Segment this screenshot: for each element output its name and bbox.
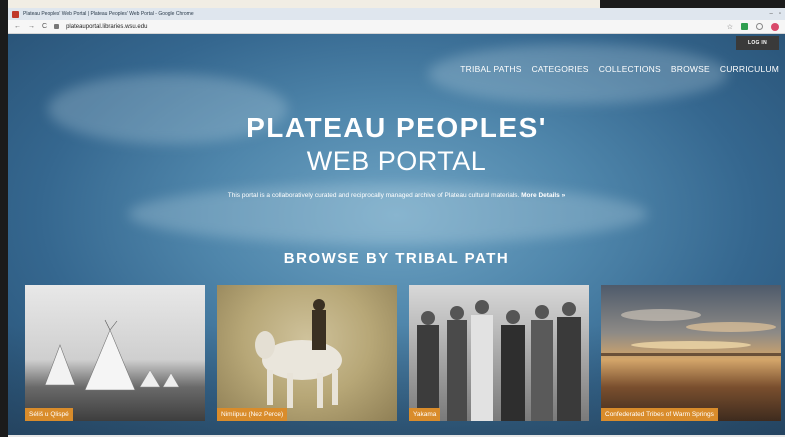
address-bar: ← → C plateauportal.libraries.wsu.edu ☆ <box>8 20 785 34</box>
extension-icon[interactable] <box>741 23 748 30</box>
nav-browse[interactable]: BROWSE <box>671 64 710 74</box>
minimize-icon[interactable]: – <box>770 11 773 17</box>
tile-label: Séliš u Qlispé <box>25 408 73 421</box>
tile-photo-group <box>417 300 581 421</box>
tile-photo-tipis <box>44 319 180 391</box>
nav-curriculum[interactable]: CURRICULUM <box>720 64 779 74</box>
restore-icon[interactable]: ▫ <box>779 11 781 17</box>
frame-dark-bar <box>600 0 785 8</box>
sky-cloud <box>428 44 728 104</box>
tile-photo-rider <box>255 299 342 408</box>
tile-photo-sunset <box>601 309 781 356</box>
window-controls: – ▫ <box>770 11 781 17</box>
lock-icon <box>54 24 60 29</box>
main-nav: TRIBAL PATHS CATEGORIES COLLECTIONS BROW… <box>460 64 779 74</box>
tribal-path-tile-warm-springs[interactable]: Confederated Tribes of Warm Springs <box>601 285 781 421</box>
hero-description: This portal is a collaboratively curated… <box>208 191 585 201</box>
window-title: Plateau Peoples' Web Portal | Plateau Pe… <box>23 11 194 17</box>
bookmark-star-icon[interactable]: ☆ <box>727 23 733 31</box>
tribal-path-tile-yakama[interactable]: Yakama <box>409 285 589 421</box>
tile-label: Nimíipuu (Nez Perce) <box>217 408 288 421</box>
extension-circle-icon[interactable] <box>756 23 763 30</box>
profile-avatar[interactable] <box>771 22 779 31</box>
hero-title: PLATEAU PEOPLES' <box>246 112 547 143</box>
tribal-path-tile-salish[interactable]: Séliš u Qlispé <box>25 285 205 421</box>
tribal-path-tiles: Séliš u Qlispé Nimíipuu (Nez Perce) Yaka… <box>25 285 781 421</box>
nav-tribal-paths[interactable]: TRIBAL PATHS <box>460 64 521 74</box>
favicon-icon <box>12 10 19 18</box>
reload-icon[interactable]: C <box>42 23 47 30</box>
nav-collections[interactable]: COLLECTIONS <box>599 64 661 74</box>
nav-categories[interactable]: CATEGORIES <box>532 64 589 74</box>
frame-left-edge <box>0 0 8 437</box>
toolbar-icons: ☆ <box>727 22 779 31</box>
forward-arrow-icon[interactable]: → <box>28 23 35 30</box>
browser-window: Plateau Peoples' Web Portal | Plateau Pe… <box>8 8 785 437</box>
url-field[interactable]: plateauportal.libraries.wsu.edu <box>66 24 147 30</box>
tile-label: Yakama <box>409 408 441 421</box>
hero-subtitle: WEB PORTAL <box>306 146 487 176</box>
tribal-path-tile-nez-perce[interactable]: Nimíipuu (Nez Perce) <box>217 285 397 421</box>
back-arrow-icon[interactable]: ← <box>14 23 21 30</box>
hero-description-text: This portal is a collaboratively curated… <box>227 192 520 199</box>
login-button[interactable]: LOG IN <box>735 36 779 50</box>
portal-page: LOG IN TRIBAL PATHS CATEGORIES COLLECTIO… <box>8 34 785 437</box>
window-titlebar: Plateau Peoples' Web Portal | Plateau Pe… <box>8 8 785 20</box>
more-details-link[interactable]: More Details » <box>521 192 565 199</box>
tile-label: Confederated Tribes of Warm Springs <box>601 408 718 421</box>
browse-section-title: BROWSE BY TRIBAL PATH <box>283 250 510 267</box>
